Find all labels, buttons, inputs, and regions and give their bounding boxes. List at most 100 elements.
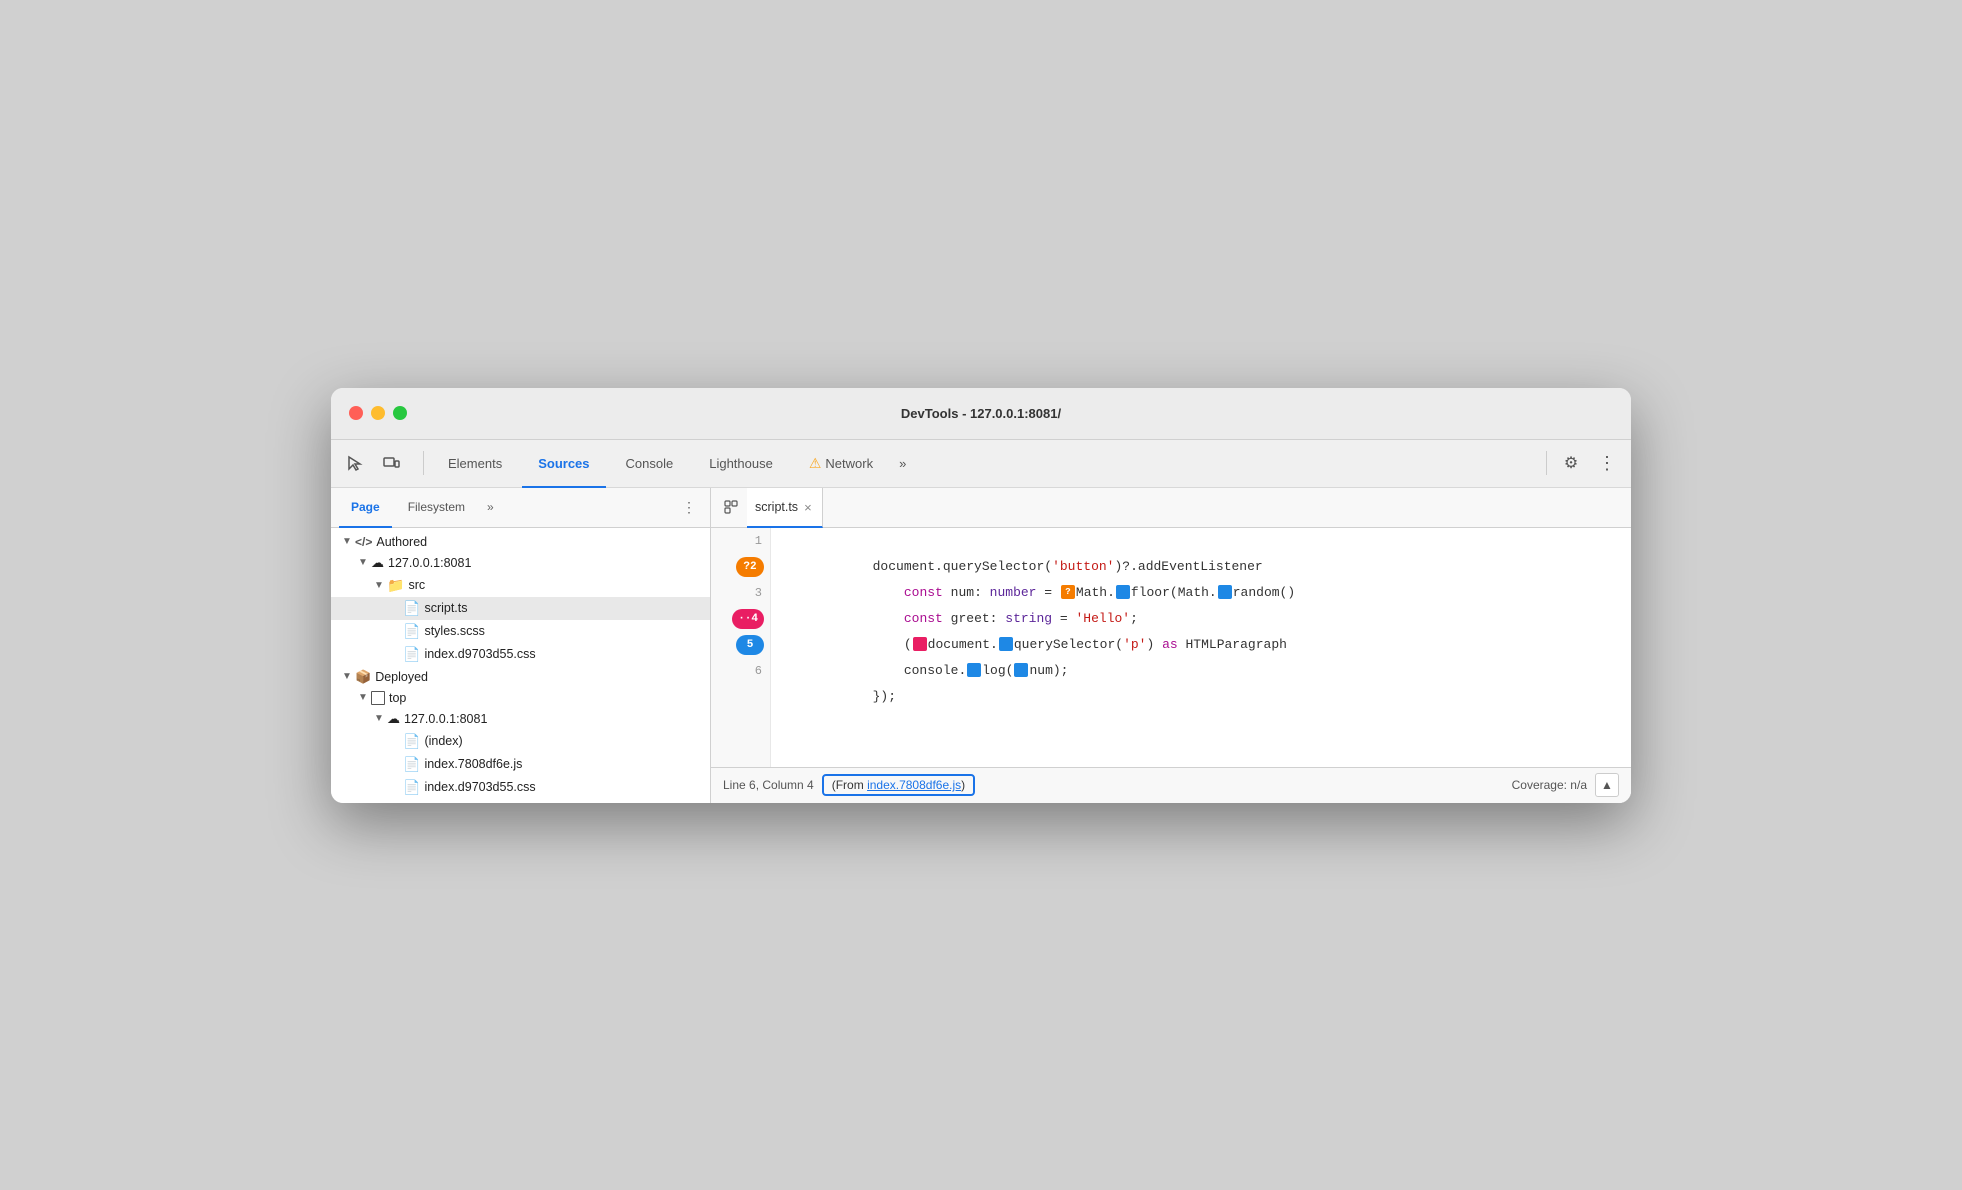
inline-badge-2a: ? (1061, 585, 1075, 599)
tab-network[interactable]: ⚠ Network (793, 440, 889, 488)
cursor-position: Line 6, Column 4 (723, 778, 814, 792)
line-num-3: 3 (711, 586, 770, 600)
line-num-1: 1 (711, 534, 770, 548)
settings-button[interactable]: ⚙ (1555, 447, 1587, 479)
square-icon (371, 691, 385, 705)
css-file-icon-2: 📄 (403, 779, 420, 796)
main-content: Page Filesystem » ⋮ ▼ </> Authored ▼ ☁ (331, 488, 1631, 803)
tree-item-index-css1[interactable]: ▶ 📄 index.d9703d55.css (331, 643, 710, 666)
tab-lighthouse[interactable]: Lighthouse (693, 440, 789, 488)
js-file-icon: 📄 (403, 756, 420, 773)
more-tabs-button[interactable]: » (893, 440, 912, 488)
file-tree: ▼ </> Authored ▼ ☁ 127.0.0.1:8081 ▼ 📁 sr… (331, 528, 710, 803)
inline-badge-4b (999, 637, 1013, 651)
devtools-window: DevTools - 127.0.0.1:8081/ Elements Sour… (331, 388, 1631, 803)
styles-scss-label: styles.scss (424, 624, 484, 638)
line-num-row-2: ?2 (711, 554, 770, 580)
inline-badge-2b (1116, 585, 1130, 599)
tree-item-script-ts[interactable]: ▶ 📄 script.ts (331, 597, 710, 620)
top-label: top (389, 691, 406, 705)
more-options-button[interactable]: ⋮ (1591, 447, 1623, 479)
tree-item-src[interactable]: ▼ 📁 src (331, 574, 710, 597)
src-label: src (408, 578, 425, 592)
inspect-element-button[interactable] (339, 447, 371, 479)
tree-item-host2[interactable]: ▼ ☁ 127.0.0.1:8081 (331, 708, 710, 730)
tree-item-styles-scss[interactable]: ▶ 📄 styles.scss (331, 620, 710, 643)
breakpoint-badge-4: ··4 (732, 609, 764, 629)
tab-console[interactable]: Console (610, 440, 690, 488)
window-controls (349, 406, 407, 420)
inline-badge-5b (1014, 663, 1028, 677)
line-num-6: 6 (711, 664, 770, 678)
titlebar: DevTools - 127.0.0.1:8081/ (331, 388, 1631, 440)
coverage-label: Coverage: n/a (1512, 778, 1587, 792)
line-num-row-4: ··4 (711, 606, 770, 632)
tree-arrow-authored: ▼ (339, 536, 355, 547)
right-panel: script.ts × 1 ?2 (711, 488, 1631, 803)
editor-tabs-bar: script.ts × (711, 488, 1631, 528)
editor-tab-script-ts[interactable]: script.ts × (747, 488, 823, 528)
tree-arrow-host2: ▼ (371, 713, 387, 724)
tree-item-authored[interactable]: ▼ </> Authored (331, 532, 710, 552)
line-num-row-1: 1 (711, 528, 770, 554)
line-badge-5[interactable]: 5 (711, 632, 770, 658)
html-file-icon: 📄 (403, 733, 420, 750)
sub-tabs-bar: Page Filesystem » ⋮ (331, 488, 710, 528)
device-toggle-button[interactable] (375, 447, 407, 479)
tree-item-index-css2[interactable]: ▶ 📄 index.d9703d55.css (331, 776, 710, 799)
folder-icon: 📁 (387, 577, 404, 594)
line-badge-2[interactable]: ?2 (711, 554, 770, 580)
tree-item-index-js[interactable]: ▶ 📄 index.7808df6e.js (331, 753, 710, 776)
toolbar-divider-right (1546, 451, 1547, 475)
tree-arrow-top: ▼ (355, 692, 371, 703)
navigator-back-button[interactable] (719, 495, 743, 519)
tree-item-index-html[interactable]: ▶ 📄 (index) (331, 730, 710, 753)
index-html-label: (index) (424, 734, 462, 748)
coverage-expand-button[interactable]: ▲ (1595, 773, 1619, 797)
cloud-icon: ☁ (371, 555, 384, 571)
editor-tab-filename: script.ts (755, 500, 798, 514)
close-tab-button[interactable]: × (804, 501, 812, 514)
more-sub-tabs-button[interactable]: » (481, 496, 500, 518)
toolbar-right: ⚙ ⋮ (1542, 447, 1623, 479)
index-js-label: index.7808df6e.js (424, 757, 522, 771)
inline-badge-2c (1218, 585, 1232, 599)
tree-item-top[interactable]: ▼ top (331, 688, 710, 708)
status-bar: Line 6, Column 4 (From index.7808df6e.js… (711, 767, 1631, 803)
line-badge-4[interactable]: ··4 (711, 606, 770, 632)
line-num-row-6: 6 (711, 658, 770, 684)
toolbar-divider (423, 451, 424, 475)
code-line-1: document.querySelector('button')?.addEve… (779, 528, 1631, 554)
cloud-icon-2: ☁ (387, 711, 400, 727)
source-map-badge: (From index.7808df6e.js) (822, 774, 975, 796)
source-map-link[interactable]: index.7808df6e.js (867, 778, 961, 792)
tree-item-deployed[interactable]: ▼ 📦 Deployed (331, 666, 710, 688)
tree-arrow-src: ▼ (371, 580, 387, 591)
breakpoint-badge-2: ?2 (736, 557, 764, 577)
scss-file-icon: 📄 (403, 623, 420, 640)
sub-tab-page[interactable]: Page (339, 488, 392, 528)
line-numbers: 1 ?2 3 ··4 (711, 528, 771, 767)
code-content[interactable]: document.querySelector('button')?.addEve… (771, 528, 1631, 767)
minimize-button[interactable] (371, 406, 385, 420)
sub-tab-filesystem[interactable]: Filesystem (396, 488, 477, 528)
inline-badge-5a (967, 663, 981, 677)
expand-icon: ▲ (1601, 778, 1613, 792)
maximize-button[interactable] (393, 406, 407, 420)
tree-item-host1[interactable]: ▼ ☁ 127.0.0.1:8081 (331, 552, 710, 574)
authored-label: Authored (376, 535, 427, 549)
navigator-icon (724, 500, 738, 514)
deployed-label: Deployed (375, 670, 428, 684)
index-css1-label: index.d9703d55.css (424, 647, 535, 661)
tab-elements[interactable]: Elements (432, 440, 518, 488)
warning-icon: ⚠ (809, 455, 822, 472)
css-file-icon-1: 📄 (403, 646, 420, 663)
tab-sources[interactable]: Sources (522, 440, 605, 488)
cursor-icon (346, 454, 364, 472)
main-toolbar: Elements Sources Console Lighthouse ⚠ Ne… (331, 440, 1631, 488)
sub-tabs-more-options[interactable]: ⋮ (676, 495, 702, 520)
close-button[interactable] (349, 406, 363, 420)
tree-arrow-host1: ▼ (355, 557, 371, 568)
window-title: DevTools - 127.0.0.1:8081/ (901, 406, 1061, 421)
inline-badge-4a (913, 637, 927, 651)
